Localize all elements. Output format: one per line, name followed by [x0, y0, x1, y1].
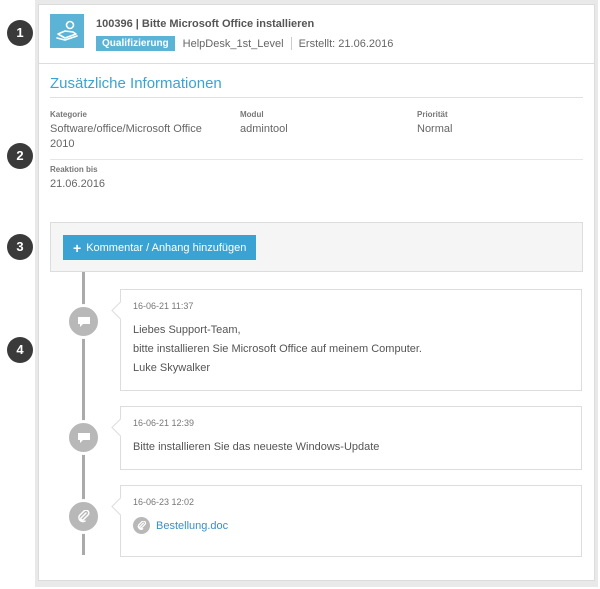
- add-comment-label: Kommentar / Anhang hinzufügen: [86, 241, 247, 254]
- section-divider: [50, 97, 583, 98]
- step-marker-3: 3: [7, 234, 33, 260]
- field-kategorie: Kategorie Software/office/Microsoft Offi…: [50, 110, 202, 152]
- modul-label: Modul: [240, 110, 264, 119]
- field-modul: Modul admintool: [240, 110, 288, 137]
- prioritaet-value: Normal: [417, 123, 453, 135]
- action-bar: + Kommentar / Anhang hinzufügen: [50, 222, 583, 272]
- field-divider: [50, 159, 583, 160]
- timeline-entry: 16-06-21 11:37 Liebes Support-Team, bitt…: [120, 289, 582, 391]
- meta-divider: [290, 37, 292, 50]
- field-reaktion: Reaktion bis 21.06.2016: [50, 165, 105, 192]
- kategorie-label: Kategorie: [50, 110, 87, 119]
- step-marker-1: 1: [7, 20, 33, 46]
- ticket-header: 100396 | Bitte Microsoft Office installi…: [39, 5, 594, 64]
- kategorie-value-line1: Software/office/Microsoft Office: [50, 123, 202, 135]
- reaktion-value: 21.06.2016: [50, 178, 106, 190]
- comment-icon: [66, 420, 101, 455]
- ticket-queue: HelpDesk_1st_Level: [182, 37, 284, 50]
- step-marker-4: 4: [7, 337, 33, 363]
- entry-text-line: bitte installieren Sie Microsoft Office …: [133, 343, 422, 355]
- paperclip-icon: [66, 499, 101, 534]
- entry-timestamp: 16-06-23 12:02: [133, 497, 195, 507]
- prioritaet-label: Priorität: [417, 110, 448, 119]
- entry-text-line: Luke Skywalker: [133, 362, 211, 374]
- entry-text-line: Bitte installieren Sie das neueste Windo…: [133, 441, 380, 453]
- kategorie-value-line2: 2010: [50, 138, 75, 150]
- entry-timestamp: 16-06-21 12:39: [133, 418, 195, 428]
- ticket-created-date: Erstellt: 21.06.2016: [298, 37, 394, 50]
- field-prioritaet: Priorität Normal: [417, 110, 452, 137]
- ticket-title: 100396 | Bitte Microsoft Office installi…: [96, 18, 315, 30]
- ticket-meta: Qualifizierung HelpDesk_1st_Level Erstel…: [96, 36, 393, 51]
- status-badge: Qualifizierung: [96, 36, 175, 51]
- ticket-hand-icon: [50, 14, 84, 48]
- plus-icon: +: [73, 239, 82, 256]
- add-comment-button[interactable]: + Kommentar / Anhang hinzufügen: [63, 235, 257, 260]
- entry-text-line: Liebes Support-Team,: [133, 324, 241, 336]
- modul-value: admintool: [240, 123, 288, 135]
- reaktion-label: Reaktion bis: [50, 165, 98, 174]
- step-marker-2: 2: [7, 143, 33, 169]
- comment-icon: [66, 304, 101, 339]
- ticket-card: 100396 | Bitte Microsoft Office installi…: [38, 4, 595, 581]
- attachment: Bestellung.doc: [133, 517, 569, 534]
- attachment-link[interactable]: Bestellung.doc: [156, 520, 228, 532]
- section-title: Zusätzliche Informationen: [50, 75, 222, 92]
- entry-timestamp: 16-06-21 11:37: [133, 301, 194, 311]
- paperclip-icon: [133, 517, 150, 534]
- timeline-entry: 16-06-23 12:02 Bestellung.doc: [120, 485, 582, 557]
- timeline-entry: 16-06-21 12:39 Bitte installieren Sie da…: [120, 406, 582, 470]
